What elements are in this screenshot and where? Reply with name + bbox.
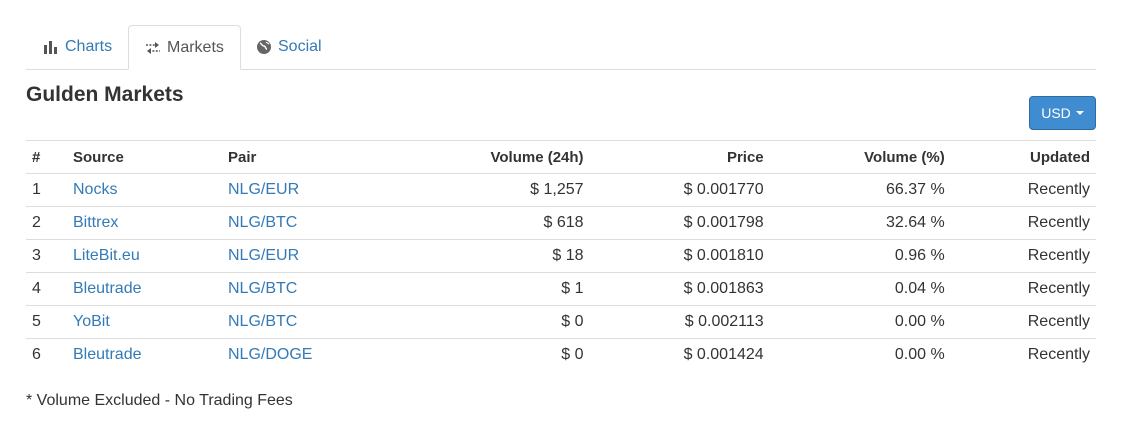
table-row: 5 YoBit NLG/BTC $ 0 $ 0.002113 0.00 % Re… [26,305,1096,339]
header-price[interactable]: Price [589,140,770,174]
price-cell: $ 0.001770 [589,173,770,207]
globe-icon [256,39,272,55]
price-cell: $ 0.001863 [589,272,770,306]
pair-link[interactable]: NLG/BTC [228,280,297,297]
volume-pct-cell: 32.64 % [769,206,951,240]
source-link[interactable]: LiteBit.eu [73,247,140,264]
table-row: 3 LiteBit.eu NLG/EUR $ 18 $ 0.001810 0.9… [26,239,1096,273]
bar-chart-icon [43,39,59,55]
markets-panel: Charts Markets Social Gulden Markets USD… [26,25,1096,409]
source-link[interactable]: Bittrex [73,214,118,231]
pair-link[interactable]: NLG/EUR [228,247,299,264]
tab-charts[interactable]: Charts [27,25,128,69]
volume-cell: $ 0 [384,305,590,339]
volume-pct-cell: 0.96 % [769,239,951,273]
volume-cell: $ 1 [384,272,590,306]
currency-label: USD [1041,105,1071,121]
pair-link[interactable]: NLG/EUR [228,181,299,198]
source-link[interactable]: Bleutrade [73,280,142,297]
tab-markets[interactable]: Markets [128,25,241,70]
updated-cell: Recently [950,173,1096,207]
exchange-arrows-icon [145,40,161,56]
source-link[interactable]: Nocks [73,181,117,198]
pair-link[interactable]: NLG/BTC [228,313,297,330]
price-cell: $ 0.002113 [589,305,770,339]
row-num: 5 [26,305,67,339]
currency-dropdown-button[interactable]: USD [1029,96,1096,130]
source-link[interactable]: YoBit [73,313,110,330]
volume-pct-cell: 0.00 % [769,305,951,339]
table-header-row: # Source Pair Volume (24h) Price Volume … [26,140,1096,174]
updated-cell: Recently [950,239,1096,273]
table-row: 2 Bittrex NLG/BTC $ 618 $ 0.001798 32.64… [26,206,1096,240]
tab-markets-label: Markets [167,38,224,56]
header-volume-pct[interactable]: Volume (%) [769,140,951,174]
volume-pct-cell: 66.37 % [769,173,951,207]
header-updated[interactable]: Updated [950,140,1096,174]
volume-cell: $ 18 [384,239,590,273]
pair-link[interactable]: NLG/DOGE [228,346,312,363]
tab-social[interactable]: Social [240,25,338,69]
updated-cell: Recently [950,305,1096,339]
table-row: 4 Bleutrade NLG/BTC $ 1 $ 0.001863 0.04 … [26,272,1096,306]
updated-cell: Recently [950,206,1096,240]
tab-social-label: Social [278,38,322,55]
page-title: Gulden Markets [26,83,184,106]
updated-cell: Recently [950,272,1096,306]
table-row: 6 Bleutrade NLG/DOGE $ 0 $ 0.001424 0.00… [26,338,1096,371]
header-pair[interactable]: Pair [222,140,384,174]
price-cell: $ 0.001798 [589,206,770,240]
source-link[interactable]: Bleutrade [73,346,142,363]
caret-down-icon [1075,111,1084,115]
tab-charts-label: Charts [65,38,113,55]
row-num: 6 [26,338,67,371]
volume-pct-cell: 0.00 % [769,338,951,371]
header-num[interactable]: # [26,140,67,174]
header-source[interactable]: Source [67,140,222,174]
volume-cell: $ 1,257 [384,173,590,207]
header-volume[interactable]: Volume (24h) [384,140,590,174]
row-num: 4 [26,272,67,306]
footnote: * Volume Excluded - No Trading Fees [26,392,293,409]
row-num: 2 [26,206,67,240]
volume-pct-cell: 0.04 % [769,272,951,306]
price-cell: $ 0.001810 [589,239,770,273]
volume-cell: $ 0 [384,338,590,371]
updated-cell: Recently [950,338,1096,371]
markets-table: # Source Pair Volume (24h) Price Volume … [26,140,1096,371]
pair-link[interactable]: NLG/BTC [228,214,297,231]
row-num: 3 [26,239,67,273]
tab-bar: Charts Markets Social [26,25,1096,70]
volume-cell: $ 618 [384,206,590,240]
row-num: 1 [26,173,67,207]
table-row: 1 Nocks NLG/EUR $ 1,257 $ 0.001770 66.37… [26,173,1096,207]
price-cell: $ 0.001424 [589,338,770,371]
